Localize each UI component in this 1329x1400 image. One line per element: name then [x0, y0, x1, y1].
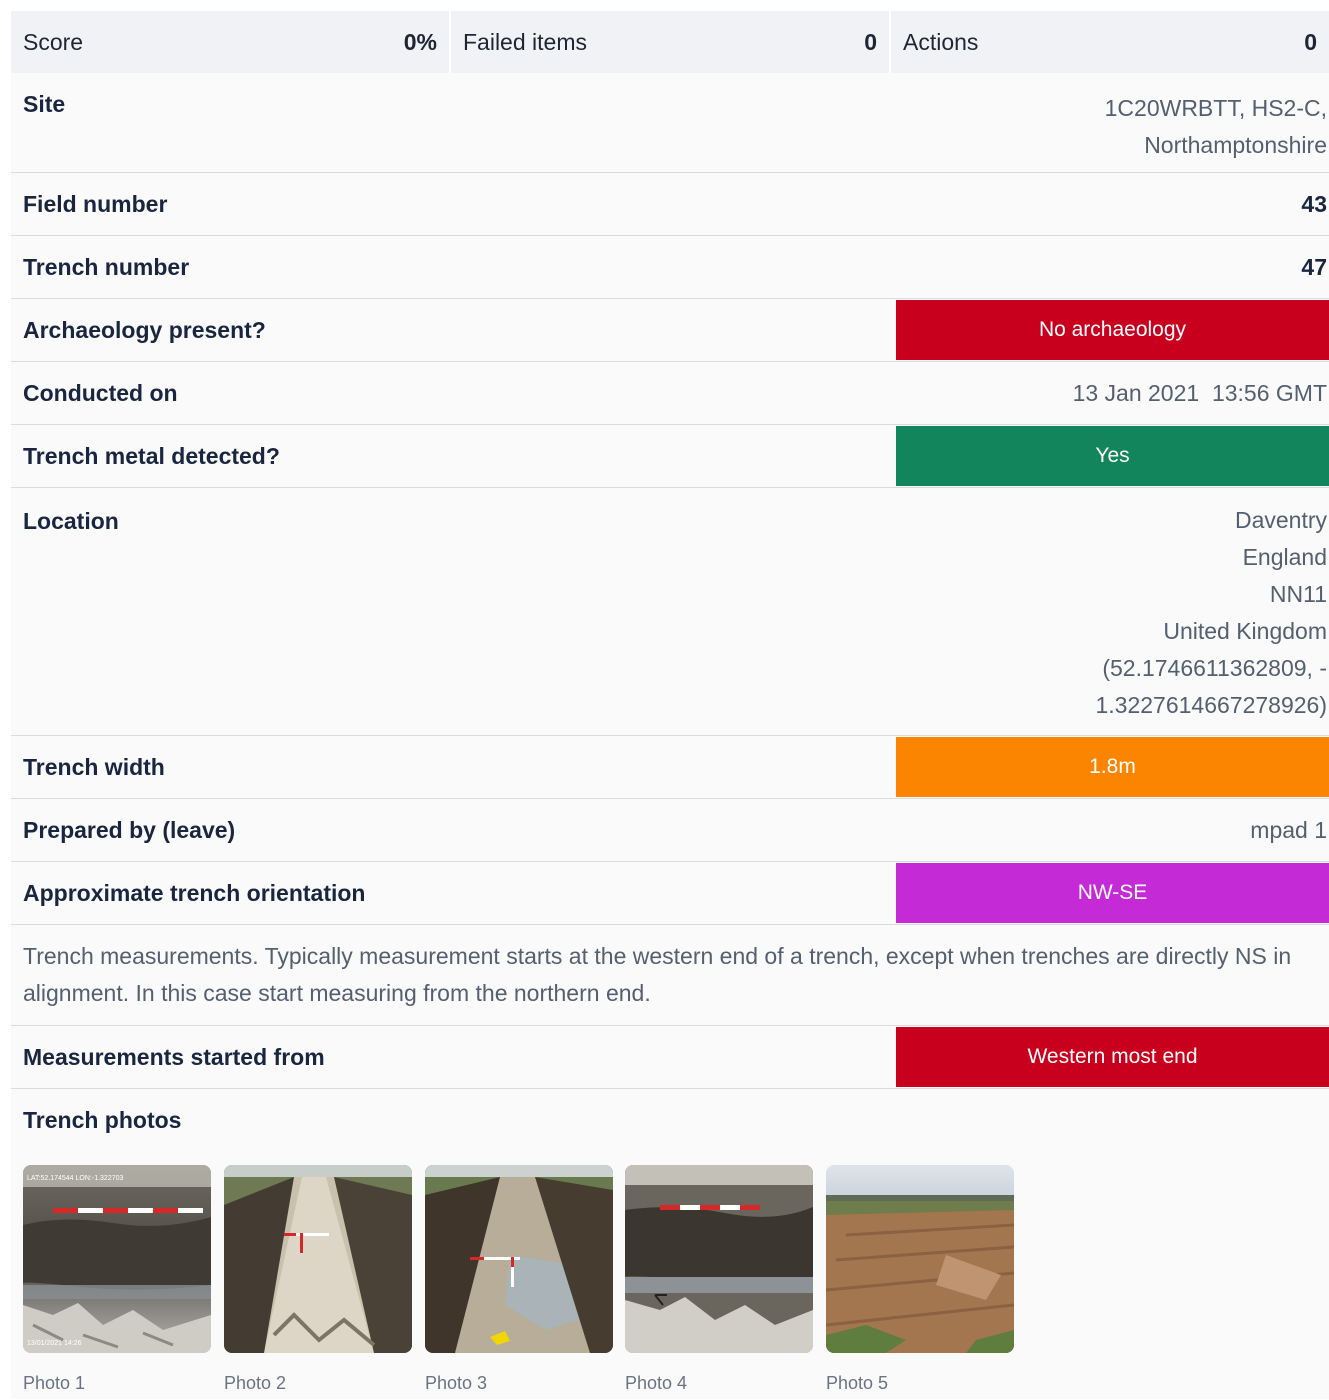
photo-caption: Photo 3	[425, 1373, 488, 1393]
photo-caption: Photo 4	[625, 1373, 688, 1393]
location-line: NN11	[1269, 581, 1327, 607]
photo-caption: Photo 1	[23, 1373, 86, 1393]
photo-caption: Photo 5	[826, 1373, 889, 1393]
row-metal-detected: Trench metal detected? Yes	[11, 425, 1329, 488]
failed-items-value: 0	[864, 28, 877, 55]
actions-value: 0	[1304, 28, 1317, 55]
trench-photos-section: Trench photos LAT:52.174544 LON:-1.32270…	[11, 1089, 1329, 1399]
photo-5-thumbnail[interactable]	[826, 1165, 1014, 1353]
row-trench-orientation: Approximate trench orientation NW-SE	[11, 862, 1329, 925]
site-value: 1C20WRBTT, HS2-C, Northamptonshire	[1105, 73, 1329, 164]
trench-orientation-badge: NW-SE	[896, 863, 1329, 923]
photo-4-thumbnail[interactable]	[625, 1165, 813, 1353]
row-prepared-by: Prepared by (leave) mpad 1	[11, 799, 1329, 862]
photo-caption: Photo 2	[224, 1373, 287, 1393]
inspection-rows: Site 1C20WRBTT, HS2-C, Northamptonshire …	[11, 73, 1329, 1399]
prepared-by-label: Prepared by (leave)	[23, 816, 236, 843]
row-location: Location Daventry England NN11 United Ki…	[11, 488, 1329, 736]
location-value: Daventry England NN11 United Kingdom (52…	[1095, 488, 1329, 724]
location-line: Daventry	[1234, 507, 1327, 533]
score-label: Score	[23, 28, 84, 55]
location-label: Location	[23, 508, 119, 534]
score-value: 0%	[403, 28, 437, 55]
site-label: Site	[23, 91, 66, 117]
photo-item[interactable]: Photo 4	[625, 1165, 813, 1394]
trench-number-value: 47	[1301, 253, 1327, 280]
trench-orientation-label: Approximate trench orientation	[23, 879, 366, 906]
conducted-on-label: Conducted on	[23, 379, 178, 406]
trench-number-label: Trench number	[23, 253, 190, 280]
site-value-line2: Northamptonshire	[1144, 132, 1327, 158]
photo-3-thumbnail[interactable]	[425, 1165, 613, 1353]
field-number-label: Field number	[23, 190, 168, 217]
row-archaeology-present: Archaeology present? No archaeology	[11, 299, 1329, 362]
trench-photos-label: Trench photos	[23, 1107, 182, 1133]
summary-bar: Score 0% Failed items 0 Actions 0	[11, 11, 1329, 73]
location-line: England	[1242, 544, 1327, 570]
row-measurements-started: Measurements started from Western most e…	[11, 1026, 1329, 1089]
photo-item[interactable]: Photo 2	[224, 1165, 412, 1394]
archaeology-present-badge: No archaeology	[896, 300, 1329, 360]
archaeology-present-label: Archaeology present?	[23, 316, 266, 343]
row-trench-number: Trench number 47	[11, 236, 1329, 299]
metal-detected-label: Trench metal detected?	[23, 442, 280, 469]
location-line: 1.3227614667278926)	[1095, 692, 1327, 718]
photo-item[interactable]: Photo 3	[425, 1165, 613, 1394]
location-line: (52.1746611362809, -	[1102, 655, 1327, 681]
actions-label: Actions	[903, 28, 979, 55]
measurement-note: Trench measurements. Typically measureme…	[11, 925, 1329, 1026]
prepared-by-value: mpad 1	[1250, 816, 1327, 843]
photo-1-timestamp-overlay: 13/01/2021 14:26	[27, 1340, 82, 1347]
failed-items-cell: Failed items 0	[451, 11, 889, 73]
photo-item[interactable]: Photo 5	[826, 1165, 1014, 1394]
failed-items-label: Failed items	[463, 28, 587, 55]
row-conducted-on: Conducted on 13 Jan 2021 13:56 GMT	[11, 362, 1329, 425]
row-trench-width: Trench width 1.8m	[11, 736, 1329, 799]
metal-detected-badge: Yes	[896, 426, 1329, 486]
photo-1-gps-overlay: LAT:52.174544 LON:-1.322703	[27, 1175, 123, 1182]
trench-width-badge: 1.8m	[896, 737, 1329, 797]
conducted-on-value: 13 Jan 2021 13:56 GMT	[1072, 379, 1327, 406]
location-line: United Kingdom	[1163, 618, 1327, 644]
measurements-started-badge: Western most end	[896, 1027, 1329, 1087]
field-number-value: 43	[1301, 190, 1327, 217]
row-site: Site 1C20WRBTT, HS2-C, Northamptonshire	[11, 73, 1329, 173]
photo-1-thumbnail[interactable]: LAT:52.174544 LON:-1.322703 13/01/2021 1…	[23, 1165, 211, 1353]
score-cell: Score 0%	[11, 11, 449, 73]
photo-2-thumbnail[interactable]	[224, 1165, 412, 1353]
measurements-started-label: Measurements started from	[23, 1043, 325, 1070]
photo-item[interactable]: LAT:52.174544 LON:-1.322703 13/01/2021 1…	[23, 1165, 211, 1394]
row-field-number: Field number 43	[11, 173, 1329, 236]
site-value-line1: 1C20WRBTT, HS2-C,	[1104, 95, 1327, 121]
actions-cell: Actions 0	[891, 11, 1329, 73]
trench-width-label: Trench width	[23, 753, 165, 780]
